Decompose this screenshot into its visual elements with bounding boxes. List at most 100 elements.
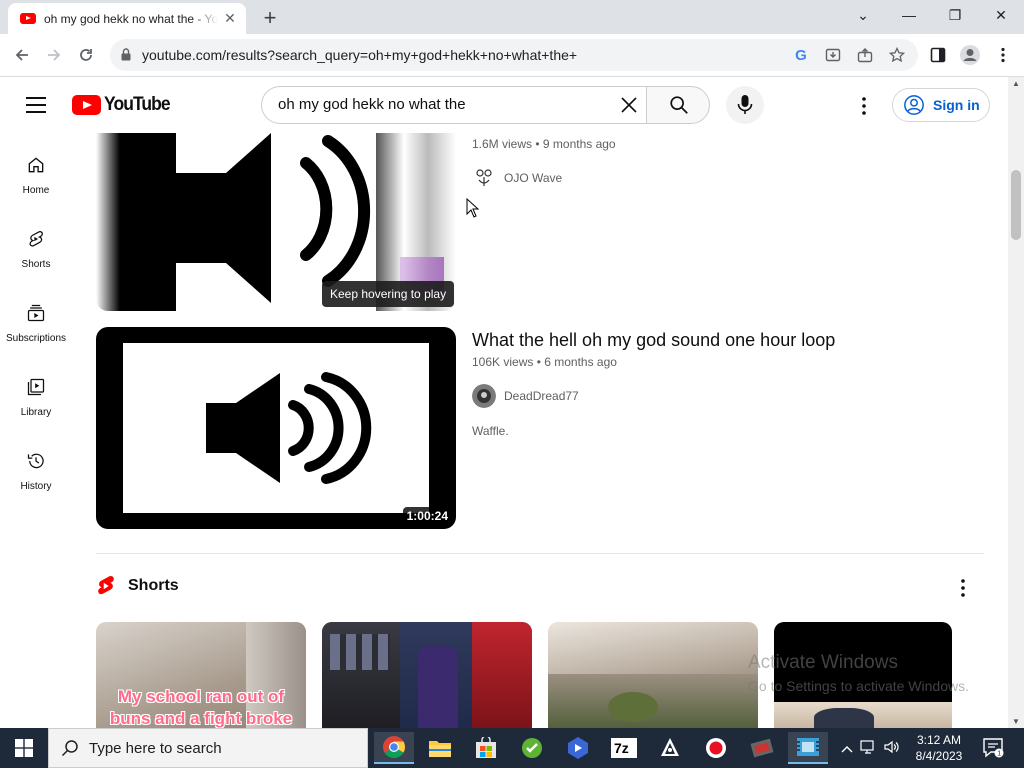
guide-item-shorts[interactable]: Shorts [0, 229, 72, 272]
back-arrow-icon [15, 49, 28, 61]
subscriptions-icon [27, 304, 45, 322]
search-query-text[interactable]: oh my god hekk no what the [278, 96, 466, 113]
short-thumbnail[interactable] [322, 622, 532, 732]
windows-logo-icon [15, 739, 33, 757]
youtube-masthead: YouTube oh my god hekk no what the Sign … [0, 77, 1024, 133]
taskbar-app-film[interactable] [742, 732, 782, 764]
profile-avatar-icon [960, 45, 980, 65]
channel-avatar[interactable] [472, 166, 496, 190]
shorts-logo-icon [98, 575, 114, 595]
bookmark-star-icon[interactable] [888, 46, 906, 64]
voice-search-button[interactable] [726, 86, 764, 124]
guide-item-library[interactable]: Library [0, 377, 72, 420]
profile-button[interactable] [957, 42, 983, 68]
clear-search-icon[interactable] [617, 93, 641, 117]
taskbar-search-box[interactable]: Type here to search [48, 728, 368, 768]
browser-tab[interactable]: oh my god hekk no what the - YouTube ✕ [8, 3, 246, 34]
youtube-logo[interactable]: YouTube [72, 94, 175, 116]
taskbar-app-chrome[interactable] [374, 732, 414, 764]
inkscape-icon [661, 738, 679, 756]
restore-button[interactable]: ❐ [932, 0, 978, 30]
microphone-icon [737, 95, 753, 114]
scroll-down-arrow-icon[interactable]: ▼ [1012, 717, 1020, 726]
guide-item-history[interactable]: History [0, 451, 72, 494]
page-scrollbar[interactable]: ▲ ▼ [1008, 77, 1024, 728]
tab-close-icon[interactable]: ✕ [222, 10, 238, 27]
browser-toolbar: youtube.com/results?search_query=oh+my+g… [0, 34, 1024, 77]
reload-button[interactable] [73, 42, 99, 68]
chrome-menu-button[interactable] [990, 42, 1016, 68]
short-thumbnail[interactable] [548, 622, 758, 732]
volume-icon[interactable] [880, 740, 904, 757]
taskbar-clock[interactable]: 3:12 AM 8/4/2023 [906, 732, 972, 764]
scrollbar-thumb[interactable] [1011, 170, 1021, 240]
taskbar-app-store[interactable] [466, 732, 506, 764]
app-film-icon [750, 738, 774, 758]
speaker-thumbnail-image [123, 343, 429, 513]
file-explorer-icon [429, 741, 451, 757]
sign-in-button[interactable]: Sign in [892, 88, 990, 122]
channel-link[interactable]: DeadDread77 [472, 384, 579, 408]
store-icon [476, 737, 496, 758]
taskbar-search-placeholder: Type here to search [89, 739, 222, 757]
forward-button[interactable] [41, 42, 67, 68]
shorts-heading: Shorts [128, 577, 179, 594]
taskbar-app-file-explorer[interactable] [420, 732, 460, 764]
7zip-icon: 7z [611, 738, 637, 758]
guide-item-label: History [20, 481, 52, 492]
settings-kebab-icon[interactable] [852, 94, 876, 118]
back-button[interactable] [9, 42, 35, 68]
channel-name[interactable]: OJO Wave [504, 171, 562, 185]
taskbar-app-7zip[interactable]: 7z [604, 732, 644, 764]
search-input[interactable]: oh my god hekk no what the [261, 86, 647, 124]
tray-overflow-chevron-icon[interactable] [838, 741, 856, 756]
svg-text:7z: 7z [614, 740, 629, 756]
kebab-menu-icon [1001, 47, 1005, 63]
guide-menu-icon[interactable] [26, 97, 46, 113]
address-bar[interactable]: youtube.com/results?search_query=oh+my+g… [110, 39, 918, 71]
taskbar-app-inkscape[interactable] [650, 732, 690, 764]
start-button[interactable] [0, 728, 48, 768]
hover-tooltip: Keep hovering to play [322, 281, 455, 307]
notification-center-icon[interactable]: 1 [982, 736, 1004, 758]
channel-link[interactable]: OJO Wave [472, 166, 562, 190]
taskbar-app-blue[interactable] [558, 732, 598, 764]
guide-item-home[interactable]: Home [0, 155, 72, 198]
clock-date: 8/4/2023 [915, 749, 963, 763]
youtube-favicon-icon [20, 13, 36, 24]
tab-search-button[interactable]: ⌄ [840, 0, 886, 30]
browser-tabstrip: oh my god hekk no what the - YouTube ✕ +… [0, 0, 1024, 34]
close-window-button[interactable]: ✕ [978, 0, 1024, 30]
network-icon[interactable] [856, 739, 880, 757]
sign-in-label: Sign in [933, 97, 980, 113]
video-thumbnail[interactable]: 1:00:24 [96, 327, 456, 529]
guide-item-subscriptions[interactable]: Subscriptions [0, 303, 72, 346]
channel-name[interactable]: DeadDread77 [504, 389, 579, 403]
windows-taskbar: Type here to search 7z 3:12 AM 8/4/2023 … [0, 728, 1024, 768]
forward-arrow-icon [48, 49, 61, 61]
short-thumbnail[interactable]: My school ran out of buns and a fight br… [96, 622, 306, 732]
side-panel-button[interactable] [925, 42, 951, 68]
video-title[interactable]: What the hell oh my god sound one hour l… [472, 330, 835, 351]
history-icon [27, 453, 44, 469]
google-lens-icon[interactable]: G [792, 46, 810, 64]
minimize-button[interactable]: — [886, 0, 932, 30]
url-text[interactable]: youtube.com/results?search_query=oh+my+g… [142, 47, 577, 63]
taskbar-app-green[interactable] [512, 732, 552, 764]
short-overlay-text: My school ran out of buns and a fight br… [109, 687, 293, 728]
guide-item-label: Subscriptions [5, 333, 67, 344]
taskbar-app-video-editor[interactable] [788, 732, 828, 764]
search-button[interactable] [646, 86, 710, 124]
scroll-up-arrow-icon[interactable]: ▲ [1012, 79, 1020, 88]
shorts-menu-icon[interactable] [951, 576, 975, 600]
new-tab-button[interactable]: + [259, 5, 281, 31]
lock-icon[interactable] [121, 48, 131, 61]
section-divider [96, 553, 984, 554]
side-panel-icon [930, 47, 946, 63]
taskbar-app-recorder[interactable] [696, 732, 736, 764]
channel-avatar[interactable] [472, 384, 496, 408]
video-editor-icon [797, 738, 819, 756]
share-icon[interactable] [856, 46, 874, 64]
install-app-icon[interactable] [824, 46, 842, 64]
home-icon [28, 157, 44, 173]
